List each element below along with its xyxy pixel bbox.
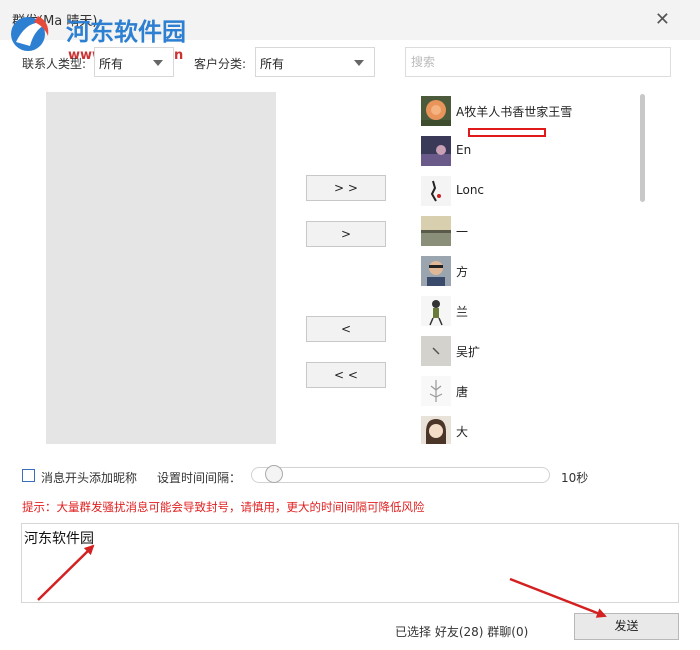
friend-list[interactable]: A牧羊人书香世家王雪 En Lonc 一 方 兰 吴扩 唐 大	[417, 92, 638, 444]
prepend-nickname-checkbox[interactable]	[22, 469, 35, 482]
chevron-down-icon	[153, 60, 163, 66]
customer-category-select[interactable]: 所有	[255, 47, 375, 77]
avatar	[421, 416, 451, 444]
prepend-nickname-label: 消息开头添加昵称	[41, 471, 138, 485]
avatar	[421, 336, 451, 366]
friend-list-item[interactable]: 方	[417, 252, 638, 290]
avatar	[421, 256, 451, 286]
window-title: 群发(Ma 晴天)	[12, 14, 98, 29]
close-icon[interactable]: ✕	[655, 9, 670, 30]
friend-list-item[interactable]: En	[417, 132, 638, 170]
avatar	[421, 96, 451, 126]
friend-name: Lonc	[456, 183, 485, 197]
friend-list-item[interactable]: 大	[417, 412, 638, 444]
interval-value: 10秒	[561, 471, 589, 485]
chevron-down-icon	[354, 60, 364, 66]
friend-list-item[interactable]: Lonc	[417, 172, 638, 210]
interval-slider-thumb[interactable]	[265, 465, 284, 483]
friend-list-item[interactable]: 唐	[417, 372, 638, 410]
avatar	[421, 136, 451, 166]
search-input[interactable]	[405, 47, 671, 77]
redaction-mark	[468, 128, 546, 137]
friend-list-scrollbar[interactable]	[638, 92, 648, 444]
contact-type-select[interactable]: 所有	[94, 47, 174, 77]
avatar	[421, 376, 451, 406]
warning-tip: 提示：大量群发骚扰消息可能会导致封号，请慎用，更大的时间间隔可降低风险	[22, 500, 425, 514]
interval-slider[interactable]	[251, 467, 550, 483]
add-one-button[interactable]: >	[306, 221, 386, 247]
remove-one-button[interactable]: <	[306, 316, 386, 342]
interval-label: 设置时间间隔：	[157, 471, 242, 485]
message-input[interactable]: 河东软件园	[21, 523, 679, 603]
friend-name: 吴扩	[456, 345, 481, 359]
friend-name: 方	[456, 265, 469, 279]
scrollbar-thumb[interactable]	[640, 94, 645, 202]
avatar	[421, 296, 451, 326]
friend-name: En	[456, 143, 472, 157]
add-all-button[interactable]: > >	[306, 175, 386, 201]
avatar	[421, 176, 451, 206]
friend-name: 一	[456, 225, 469, 239]
friend-name: 兰	[456, 305, 469, 319]
friend-list-item[interactable]: A牧羊人书香世家王雪	[417, 92, 638, 130]
title-bar: 群发(Ma 晴天) ✕	[0, 0, 700, 40]
customer-category-value: 所有	[260, 57, 285, 71]
friend-list-item[interactable]: 一	[417, 212, 638, 250]
friend-name: 大	[456, 425, 469, 439]
contact-type-value: 所有	[99, 57, 124, 71]
customer-category-label: 客户分类:	[194, 57, 247, 71]
friend-list-item[interactable]: 兰	[417, 292, 638, 330]
friend-name: 唐	[456, 385, 469, 399]
selected-list[interactable]	[46, 92, 276, 444]
remove-all-button[interactable]: < <	[306, 362, 386, 388]
friend-name: A牧羊人书香世家王雪	[456, 105, 573, 119]
selection-status: 已选择 好友(28) 群聊(0)	[395, 625, 529, 639]
friend-list-item[interactable]: 吴扩	[417, 332, 638, 370]
send-button[interactable]: 发送	[574, 613, 679, 640]
contact-type-label: 联系人类型:	[22, 57, 87, 71]
avatar	[421, 216, 451, 246]
